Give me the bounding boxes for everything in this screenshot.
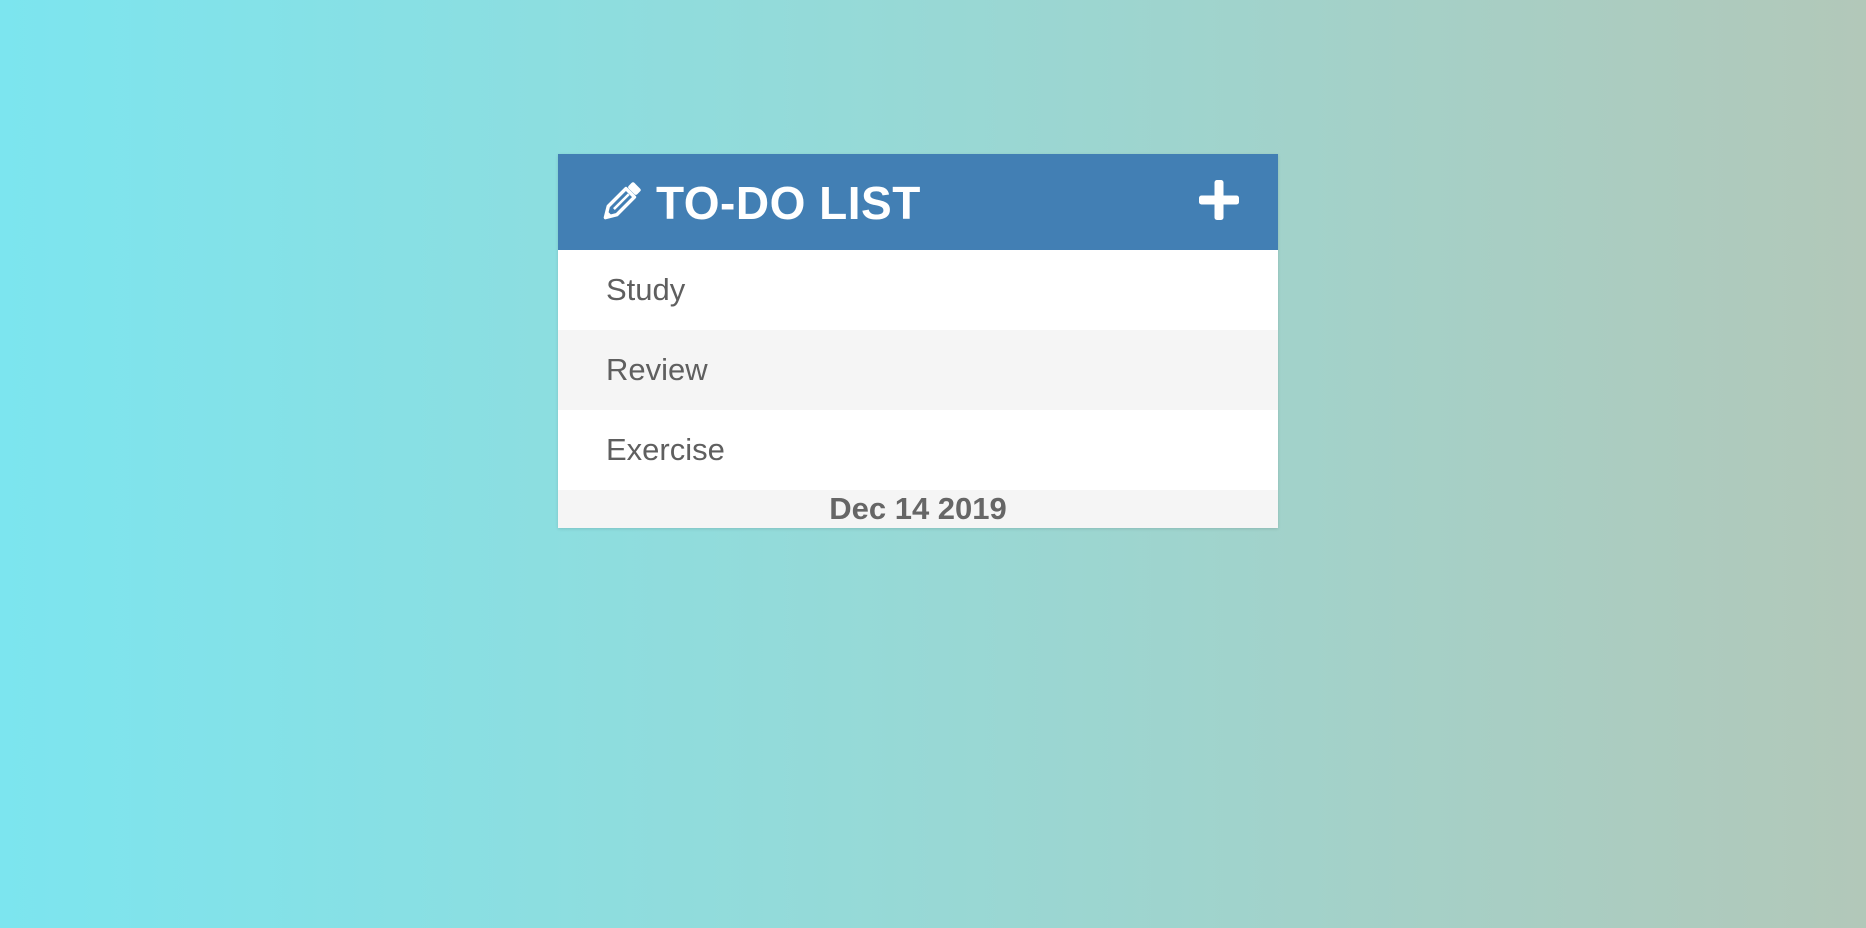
todo-item-exercise[interactable]: Exercise: [558, 410, 1278, 490]
todo-item-label: Study: [606, 272, 686, 307]
date-label: Dec 14 2019: [829, 491, 1007, 526]
add-todo-button[interactable]: [1196, 179, 1242, 225]
todo-header: TO-DO LIST: [558, 154, 1278, 250]
todo-list: Study Review Exercise: [558, 250, 1278, 490]
todo-item-label: Review: [606, 352, 708, 387]
date-footer: Dec 14 2019: [558, 490, 1278, 528]
todo-item-study[interactable]: Study: [558, 250, 1278, 330]
todo-item-review[interactable]: Review: [558, 330, 1278, 410]
plus-icon: [1198, 179, 1240, 226]
pencil-icon: [596, 177, 646, 227]
todo-item-label: Exercise: [606, 432, 725, 467]
todo-card: TO-DO LIST Study Review Exercise Dec 14 …: [558, 154, 1278, 528]
header-title-group: TO-DO LIST: [596, 177, 921, 227]
page-title: TO-DO LIST: [656, 177, 921, 229]
